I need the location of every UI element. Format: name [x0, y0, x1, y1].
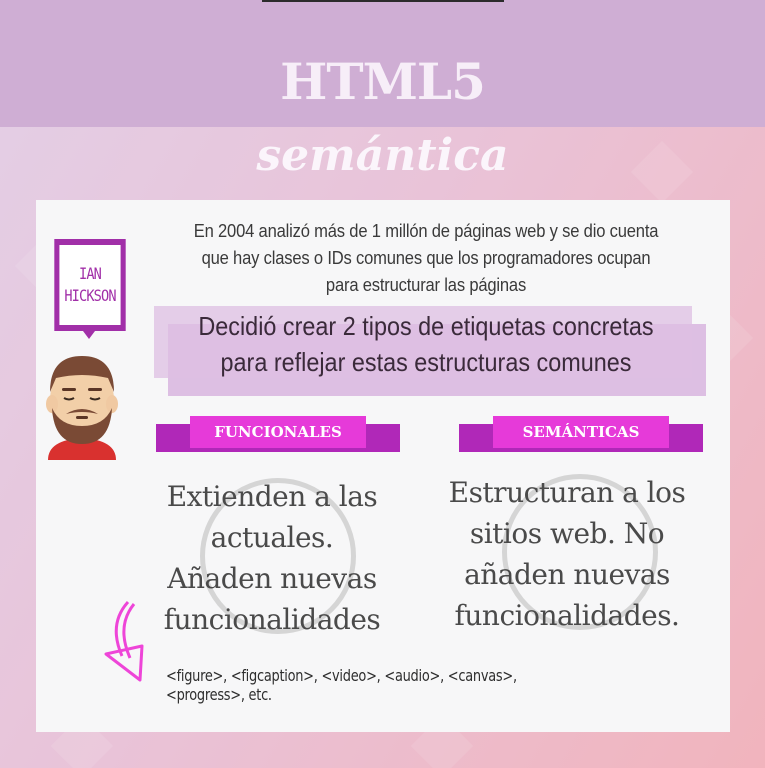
top-divider: [262, 0, 504, 2]
ribbon-semanticas: SEMÁNTICAS: [459, 416, 703, 452]
intro-paragraph: En 2004 analizó más de 1 millón de págin…: [193, 221, 659, 295]
content-card: IAN HICKSON En 2004 analizó más de 1 mil…: [36, 200, 730, 732]
name-last: HICKSON: [64, 286, 116, 305]
page-subtitle: semántica: [256, 130, 509, 181]
semanticas-description: Estructuran a los sitios web. No añaden …: [448, 476, 686, 632]
ribbon-label: SEMÁNTICAS: [493, 416, 669, 448]
highlight-text: Decidió crear 2 tipos de etiquetas concr…: [198, 311, 654, 377]
name-first: IAN: [78, 264, 102, 283]
ribbon-funcionales: FUNCIONALES: [156, 416, 400, 452]
badge-pointer-icon: [83, 331, 95, 339]
page-title: HTML5: [280, 52, 486, 111]
avatar-illustration: [46, 356, 118, 460]
funcionales-description: Extienden a las actuales. Añaden nuevas …: [163, 480, 381, 636]
ribbon-label: FUNCIONALES: [190, 416, 366, 448]
curved-arrow-icon: [104, 600, 144, 682]
tag-examples: <figure>, <figcaption>, <video>, <audio>…: [166, 666, 517, 704]
name-badge: IAN HICKSON: [54, 239, 126, 331]
